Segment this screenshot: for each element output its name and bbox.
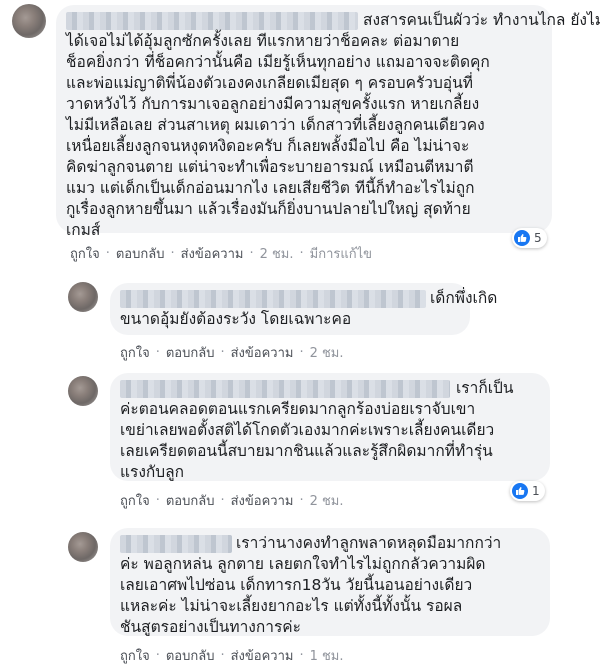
- reaction-count[interactable]: 1: [510, 481, 545, 501]
- comment-line: ค่ะตอนคลอดตอนแรกเครียดมากลูกร้องบ่อยเราจ…: [120, 400, 476, 418]
- separator: ·: [220, 493, 225, 508]
- author-name-redacted[interactable]: [120, 535, 232, 553]
- like-link[interactable]: ถูกใจ: [120, 645, 150, 666]
- message-link[interactable]: ส่งข้อความ: [231, 645, 294, 666]
- comment-line: แมว แต่เด็กเป็นเด็กอ่อนมากไง เลยเสียชีวิ…: [66, 179, 475, 197]
- separator: ·: [249, 246, 254, 261]
- like-link[interactable]: ถูกใจ: [70, 243, 100, 264]
- message-link[interactable]: ส่งข้อความ: [231, 342, 294, 363]
- avatar[interactable]: [68, 376, 98, 406]
- comment-line: เกมส์: [66, 221, 101, 239]
- comment-line: ไม่มีเหลือเลย ส่วนสาเหตุ ผมเดาว่า เด็กสา…: [66, 116, 485, 134]
- separator: ·: [155, 648, 160, 663]
- separator: ·: [299, 246, 304, 261]
- comment-line: เขย่าเลยพอตั้งสติได้โกดตัวเองมากค่ะเพราะ…: [120, 421, 495, 439]
- comment-line: วาดหวังไว้ กับการมาเจอลูกอย่างมีความสุขค…: [66, 95, 480, 113]
- comment-line: กูเรื่องลูกหายขึ้นมา แล้วเรื่องมันก็ยิ่ง…: [66, 200, 471, 218]
- like-link[interactable]: ถูกใจ: [120, 490, 150, 511]
- comment-line: ขนาดอุ้มยังต้องระวัง โดยเฉพาะคอ: [120, 310, 352, 328]
- separator: ·: [220, 648, 225, 663]
- separator: ·: [299, 648, 304, 663]
- message-link[interactable]: ส่งข้อความ: [181, 243, 244, 264]
- comment-line: และพ่อแม่ญาติพี่น้องตัวเองคงเกลียดเมียสุ…: [66, 74, 473, 92]
- comment-actions: ถูกใจ · ตอบกลับ · ส่งข้อความ · 2 ชม.: [120, 490, 344, 511]
- comment-actions: ถูกใจ · ตอบกลับ · ส่งข้อความ · 1 ชม.: [120, 645, 344, 666]
- reply-link[interactable]: ตอบกลับ: [166, 342, 215, 363]
- separator: ·: [170, 246, 175, 261]
- author-name-redacted[interactable]: [66, 12, 358, 30]
- message-link[interactable]: ส่งข้อความ: [231, 490, 294, 511]
- avatar[interactable]: [12, 4, 46, 38]
- timestamp[interactable]: 2 ชม.: [260, 243, 294, 264]
- comment-line: เหนื่อยเลี้ยงลูกจนหงุดหงิดอะครับ ก็เลยพล…: [66, 137, 470, 155]
- author-name-redacted[interactable]: [120, 380, 450, 398]
- separator: ·: [105, 246, 110, 261]
- comment-line: แรงกับลูก: [120, 463, 184, 481]
- comment-line: ค่ะ พอลูกหล่น ลูกตาย เลยตกใจทำไรไม่ถูกกล…: [120, 555, 486, 573]
- comment-line: สงสารคนเป็นผัวว่ะ ทำงานไกล ยังไม่: [363, 11, 600, 29]
- separator: ·: [299, 493, 304, 508]
- comment-line: เลยเครียดตอนนี้สบายมากชินแล้วและรู้สึกผิ…: [120, 442, 493, 460]
- separator: ·: [155, 493, 160, 508]
- comment-line: ชันสูตรอย่างเป็นทางการค่ะ: [120, 618, 301, 636]
- comment-line: เด็กพึ่งเกิด: [430, 289, 498, 307]
- reply-link[interactable]: ตอบกลับ: [116, 243, 165, 264]
- like-thumb-icon: [514, 230, 530, 246]
- comment-line: เราว่านางคงทำลูกพลาดหลุดมือมากกว่า: [236, 534, 502, 552]
- avatar[interactable]: [68, 532, 98, 562]
- reply-link[interactable]: ตอบกลับ: [166, 490, 215, 511]
- separator: ·: [155, 345, 160, 360]
- separator: ·: [220, 345, 225, 360]
- like-thumb-icon: [512, 483, 528, 499]
- comment-line: เลยเอาศพไปซ่อน เด็กทารก18วัน วัยนี้นอนอย…: [120, 576, 473, 594]
- comment-line: คิดฆ่าลูกจนตาย แต่น่าจะทำเพื่อระบายอารมณ…: [66, 158, 474, 176]
- comment-line: แหละค่ะ ไม่น่าจะเลี้ยงยากอะไร แต่ทั้งนี้…: [120, 597, 463, 615]
- timestamp[interactable]: 2 ชม.: [310, 342, 344, 363]
- author-name-redacted[interactable]: [120, 290, 426, 308]
- comment-line: ช็อคยิ่งกว่า ที่ช็อคกว่านั้นคือ เมียรู้เ…: [66, 53, 490, 71]
- separator: ·: [299, 345, 304, 360]
- avatar[interactable]: [68, 282, 98, 312]
- reaction-number: 5: [534, 231, 542, 245]
- reaction-count[interactable]: 5: [512, 228, 547, 248]
- edited-label[interactable]: มีการแก้ไข: [310, 243, 372, 264]
- timestamp[interactable]: 1 ชม.: [310, 645, 344, 666]
- comment-line: เราก็เป็น: [456, 379, 514, 397]
- comment-actions: ถูกใจ · ตอบกลับ · ส่งข้อความ · 2 ชม. · ม…: [70, 243, 372, 264]
- timestamp[interactable]: 2 ชม.: [310, 490, 344, 511]
- reply-link[interactable]: ตอบกลับ: [166, 645, 215, 666]
- reaction-number: 1: [532, 484, 540, 498]
- like-link[interactable]: ถูกใจ: [120, 342, 150, 363]
- comment-actions: ถูกใจ · ตอบกลับ · ส่งข้อความ · 2 ชม.: [120, 342, 344, 363]
- comment-line: ได้เจอไม่ได้อุ้มลูกซักครั้งเลย ทีแรกหายว…: [66, 32, 460, 50]
